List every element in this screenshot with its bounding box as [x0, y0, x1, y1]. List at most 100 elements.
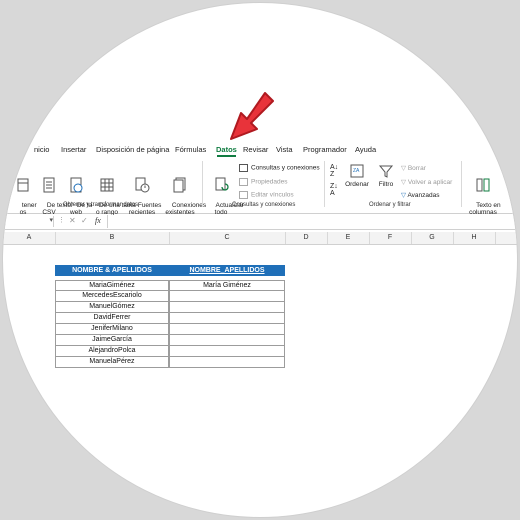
sort-za-button[interactable]: Z↓ A — [330, 183, 338, 197]
existing-connections-button[interactable]: Conexiones existentes — [161, 163, 206, 223]
filter-button[interactable]: Filtro — [375, 163, 397, 188]
queries-icon — [239, 164, 248, 172]
table-cell-result[interactable] — [169, 291, 285, 302]
queries-connections-button[interactable]: Consultas y conexiones — [239, 164, 320, 172]
column-header-h[interactable]: H — [453, 234, 495, 241]
tab-disposicion[interactable]: Disposición de página — [96, 145, 169, 154]
sort-za-icon: Z↓ A — [330, 183, 338, 197]
table-cell-name[interactable]: ManuelaPérez — [55, 357, 169, 368]
ribbon-separator — [324, 161, 325, 207]
from-web-button[interactable]: De la web — [66, 163, 92, 223]
clear-filter-icon: ▽ — [401, 165, 408, 172]
sort-az-button[interactable]: A↓ Z — [330, 164, 338, 178]
globe-icon — [70, 177, 83, 193]
table-header-nombre-apellidos[interactable]: NOMBRE & APELLIDOS — [55, 265, 169, 276]
column-header-f[interactable]: F — [369, 234, 411, 241]
reapply-icon: ▽ — [401, 179, 408, 186]
ribbon-separator — [461, 161, 462, 207]
table-cell-result[interactable] — [169, 346, 285, 357]
column-headers: A B C D E F G H — [3, 232, 517, 245]
formula-separator: ⋮ — [58, 217, 65, 224]
table-cell-name[interactable]: JaimeGarcía — [55, 335, 169, 346]
column-header-d[interactable]: D — [285, 234, 327, 241]
table-cell-name[interactable]: ManuelGómez — [55, 302, 169, 313]
edit-links-button[interactable]: Editar vínculos — [239, 191, 294, 199]
filter-label: Filtro — [378, 181, 394, 188]
text-file-icon — [43, 177, 55, 193]
column-divider — [495, 232, 496, 244]
properties-icon — [239, 178, 248, 186]
clock-icon — [135, 177, 150, 193]
tab-formulas[interactable]: Fórmulas — [175, 145, 206, 154]
table-cell-name[interactable]: JeniferMilano — [55, 324, 169, 335]
table-cell-result[interactable] — [169, 313, 285, 324]
magnifier-circle: nicio Insertar Disposición de página Fór… — [2, 2, 518, 518]
ribbon-tabs: nicio Insertar Disposición de página Fór… — [3, 143, 517, 157]
properties-button[interactable]: Propiedades — [239, 178, 288, 186]
column-header-e[interactable]: E — [327, 234, 369, 241]
ribbon-separator — [202, 161, 203, 207]
table-cell-result[interactable] — [169, 324, 285, 335]
sort-icon: ZA — [350, 164, 364, 178]
reapply-button[interactable]: ▽ Volver a aplicar — [401, 178, 452, 186]
queries-connections-label: Consultas y conexiones — [251, 164, 320, 172]
red-arrow-icon — [230, 92, 274, 140]
sort-button[interactable]: ZA Ordenar — [344, 163, 370, 188]
connections-icon — [173, 177, 186, 193]
filter-funnel-icon — [378, 165, 394, 178]
table-cell-result[interactable] — [169, 357, 285, 368]
table-cell-name[interactable]: MercedesEscariolo — [55, 291, 169, 302]
tab-vista[interactable]: Vista — [276, 145, 293, 154]
column-header-a[interactable]: A — [3, 234, 55, 241]
sort-az-icon: A↓ Z — [330, 164, 339, 178]
refresh-all-button[interactable]: Actualizar todo — [205, 163, 244, 223]
links-icon — [239, 191, 248, 199]
get-data-button[interactable]: tener os — [11, 163, 37, 223]
table-header-nombre-apellidos-merged[interactable]: NOMBRE_APELLIDOS — [169, 265, 285, 276]
database-icon — [17, 178, 29, 192]
svg-text:ZA: ZA — [353, 168, 360, 174]
group-label-sort-filter: Ordenar y filtrar — [369, 202, 411, 208]
tab-insertar[interactable]: Insertar — [61, 145, 86, 154]
reapply-label: Volver a aplicar — [407, 179, 453, 186]
text-to-columns-icon — [476, 178, 490, 192]
tab-inicio[interactable]: nicio — [34, 145, 49, 154]
recent-sources-button[interactable]: Fuentes recientes — [127, 163, 161, 223]
group-label-queries: Consultas y conexiones — [232, 202, 296, 208]
insert-function-icon[interactable]: fx — [95, 216, 101, 225]
screenshot-stage: nicio Insertar Disposición de página Fór… — [0, 0, 520, 520]
from-text-csv-button[interactable]: De texto/ CSV — [36, 163, 73, 223]
formula-bar: ▾ ⋮ ✕ ✓ fx — [3, 215, 517, 230]
cancel-icon[interactable]: ✕ — [69, 216, 76, 225]
text-to-columns-label: Texto en columnas — [469, 202, 501, 216]
tab-programador[interactable]: Programador — [303, 145, 347, 154]
table-cell-result[interactable] — [169, 302, 285, 313]
sort-label: Ordenar — [345, 181, 369, 188]
table-cell-name[interactable]: AlejandroPolca — [55, 346, 169, 357]
get-data-label: tener os — [19, 202, 37, 216]
table-cell-name[interactable]: DavidFerrer — [55, 313, 169, 324]
advanced-filter-label: Avanzadas — [407, 192, 440, 199]
from-table-button[interactable]: De una tabla o rango — [88, 163, 136, 223]
table-cell-result[interactable] — [169, 335, 285, 346]
edit-links-label: Editar vínculos — [251, 191, 294, 199]
text-to-columns-button[interactable]: Texto en columnas — [465, 163, 501, 223]
formula-input[interactable] — [107, 215, 517, 228]
enter-icon[interactable]: ✓ — [81, 216, 88, 225]
name-box[interactable]: ▾ — [3, 216, 54, 227]
table-cell-name[interactable]: MariaGiménez — [55, 280, 169, 291]
clear-filter-button[interactable]: ▽ Borrar — [401, 164, 426, 172]
tab-revisar[interactable]: Revisar — [243, 145, 268, 154]
column-header-c[interactable]: C — [169, 234, 285, 241]
tab-datos[interactable]: Datos — [216, 145, 237, 154]
column-header-b[interactable]: B — [55, 234, 169, 241]
group-label-get-data: Obtener y transformar datos — [63, 202, 139, 208]
clear-filter-label: Borrar — [407, 165, 426, 172]
advanced-filter-button[interactable]: ▽ Avanzadas — [401, 191, 440, 199]
table-icon — [100, 178, 114, 192]
column-header-g[interactable]: G — [411, 234, 453, 241]
tab-ayuda[interactable]: Ayuda — [355, 145, 376, 154]
refresh-icon — [215, 177, 229, 191]
table-cell-result[interactable]: María Giménez — [169, 280, 285, 291]
properties-label: Propiedades — [251, 178, 288, 186]
